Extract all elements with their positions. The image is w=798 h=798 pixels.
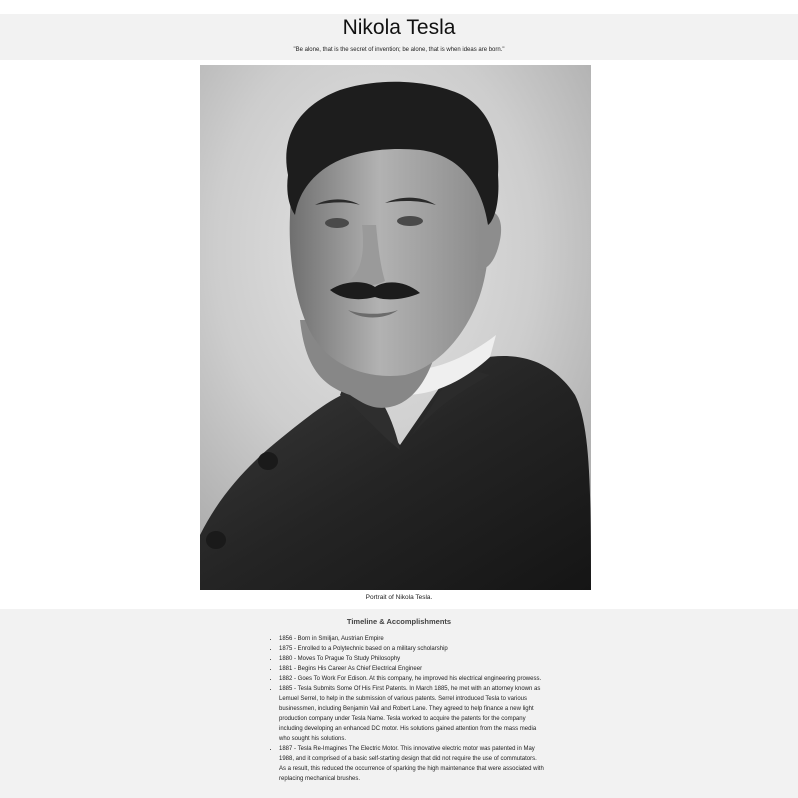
figure-caption: Portrait of Nikola Tesla. [365,594,433,601]
tesla-portrait-image [200,65,591,590]
tesla-quote: "Be alone, that is the secret of inventi… [293,47,505,53]
portrait-figure [200,65,591,590]
timeline-item: 1875 - Enrolled to a Polytechnic based o… [279,644,545,654]
timeline-item: 1887 - Tesla Re-Imagines The Electric Mo… [279,744,545,784]
timeline-heading: Timeline & Accomplishments [346,617,452,626]
page-title: Nikola Tesla [342,16,456,39]
page-header: Nikola Tesla "Be alone, that is the secr… [0,14,798,60]
timeline-section: Timeline & Accomplishments 1856 - Born i… [0,609,798,798]
timeline-item: 1881 - Begins His Career As Chief Electr… [279,664,545,674]
timeline-item: 1856 - Born in Smiljan, Austrian Empire [279,634,545,644]
timeline-item: 1882 - Goes To Work For Edison. At this … [279,674,545,684]
page: Nikola Tesla "Be alone, that is the secr… [0,0,798,798]
timeline-list: 1856 - Born in Smiljan, Austrian Empire … [266,634,545,784]
timeline-item: 1880 - Moves To Prague To Study Philosop… [279,654,545,664]
timeline-item: 1885 - Tesla Submits Some Of His First P… [279,684,545,744]
